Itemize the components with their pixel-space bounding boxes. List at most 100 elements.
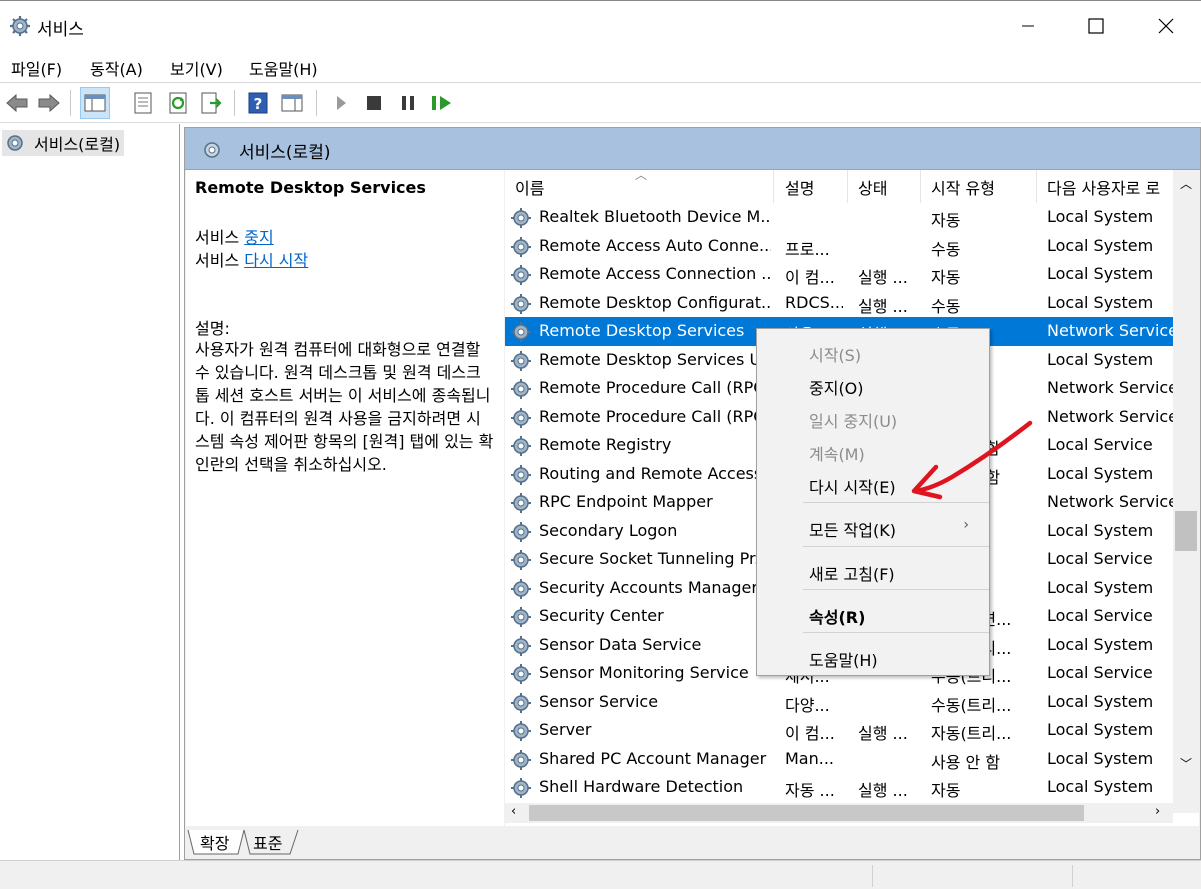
table-row[interactable]: Remote Access Auto Conne... 프로... 수동 Local …: [505, 232, 1173, 261]
minimize-icon: [1022, 25, 1034, 27]
description-text: 사용자가 원격 컴퓨터에 대화형으로 연결할 수 있습니다. 원격 데스크톱 및…: [195, 340, 494, 474]
description-label: 설명:: [195, 319, 230, 338]
cell-logon: Network Service: [1047, 492, 1173, 511]
properties-button[interactable]: [128, 87, 158, 119]
tree-item-services-local[interactable]: 서비스(로컬): [2, 130, 125, 156]
scroll-thumb[interactable]: [1175, 511, 1197, 551]
menu-separator: [803, 589, 989, 590]
menu-item-pause[interactable]: 일시 중지(U): [809, 408, 897, 432]
table-row[interactable]: Shell Hardware Detection 자동 ... 실행 ... 자동 Lo…: [505, 773, 1173, 802]
scroll-up-icon[interactable]: ︿: [1180, 175, 1192, 192]
restart-service-link[interactable]: 다시 시작: [244, 251, 308, 270]
stop-service-link[interactable]: 중지: [244, 228, 273, 247]
service-gear-icon: [510, 692, 532, 718]
scroll-thumb[interactable]: [529, 805, 1084, 821]
cell-status: 실행 ...: [858, 296, 908, 316]
close-button[interactable]: [1143, 9, 1189, 43]
column-name[interactable]: 이름: [515, 175, 544, 199]
column-separator: [1036, 170, 1037, 203]
table-row[interactable]: Realtek Bluetooth Device M... 자동 Local Sys…: [505, 203, 1173, 232]
menu-item-stop[interactable]: 중지(O): [809, 375, 864, 399]
cell-name: Sensor Service: [539, 691, 659, 711]
menu-item-refresh[interactable]: 새로 고침(F): [809, 561, 895, 585]
menu-item-help[interactable]: 도움말(H): [809, 647, 878, 671]
column-startup-type[interactable]: 시작 유형: [931, 175, 995, 199]
submenu-arrow-icon: ›: [963, 517, 969, 533]
minimize-button[interactable]: [1005, 9, 1051, 43]
menu-item-resume[interactable]: 계속(M): [809, 441, 865, 465]
stop-icon: [367, 96, 381, 110]
help-button[interactable]: ?: [243, 87, 273, 119]
maximize-icon: [1088, 18, 1104, 34]
cell-logon: Local System: [1047, 748, 1154, 768]
service-gear-icon: [510, 492, 532, 518]
cell-status: 실행 ...: [858, 724, 908, 743]
menu-item-start[interactable]: 시작(S): [809, 342, 861, 366]
restart-service-prefix: 서비스: [195, 251, 245, 270]
cell-name: Security Accounts Manager: [539, 577, 758, 597]
cell-logon: Local System: [1047, 292, 1154, 312]
back-button[interactable]: [2, 87, 32, 119]
menu-item-all-tasks[interactable]: 모든 작업(K): [809, 517, 896, 541]
stop-service-prefix: 서비스: [195, 228, 245, 247]
cell-desc: 자동 ...: [785, 781, 835, 800]
console-tree-icon: [84, 94, 106, 112]
horizontal-scrollbar[interactable]: ‹ ›: [505, 803, 1173, 823]
table-row[interactable]: Sensor Service 다양... 수동(트리... Local System: [505, 688, 1173, 717]
scroll-down-icon[interactable]: ﹀: [1180, 755, 1192, 772]
start-service-button[interactable]: [326, 87, 356, 119]
table-row[interactable]: Remote Access Connection ... 이 컴... 실행 ...…: [505, 260, 1173, 289]
scroll-left-icon[interactable]: ‹: [511, 804, 516, 819]
column-description[interactable]: 설명: [785, 175, 814, 199]
services-gear-icon: [10, 16, 30, 36]
scroll-right-icon[interactable]: ›: [1155, 804, 1160, 819]
cell-name: Remote Procedure Call (RPC): [539, 378, 771, 397]
cell-name: Shared PC Account Manager: [539, 748, 767, 768]
cell-name: Remote Desktop Configurat...: [539, 292, 771, 312]
refresh-button[interactable]: [163, 87, 193, 119]
menu-help[interactable]: 도움말(H): [249, 56, 318, 80]
service-gear-icon: [510, 464, 532, 490]
menu-view[interactable]: 보기(V): [170, 56, 223, 80]
menu-file[interactable]: 파일(F): [11, 56, 62, 80]
menu-action[interactable]: 동작(A): [90, 56, 143, 80]
forward-button[interactable]: [34, 87, 64, 119]
vertical-scrollbar[interactable]: ︿ ﹀: [1173, 170, 1199, 813]
export-list-button[interactable]: [196, 87, 226, 119]
table-row[interactable]: Server 이 컴... 실행 ... 자동(트리... Local System: [505, 716, 1173, 745]
cell-startup: 수동: [931, 296, 961, 316]
show-action-pane-button[interactable]: [277, 87, 307, 119]
stop-service-button[interactable]: [359, 87, 389, 119]
service-gear-icon: [510, 264, 532, 290]
toolbar: ?: [0, 84, 1201, 123]
cell-status: 실행 ...: [858, 268, 908, 287]
service-gear-icon: [510, 777, 532, 803]
maximize-button[interactable]: [1073, 9, 1119, 43]
view-tabs: 확장 표준: [186, 828, 1199, 858]
restart-service-button[interactable]: [427, 87, 457, 119]
column-separator: [773, 170, 774, 203]
menu-separator: [803, 632, 989, 633]
show-console-tree-button[interactable]: [80, 87, 110, 119]
tab-standard[interactable]: 표준: [249, 830, 286, 855]
cell-logon: Local System: [1047, 349, 1154, 369]
table-row[interactable]: Shared PC Account Manager Man... 사용 안 함 Loc…: [505, 745, 1173, 774]
close-icon: [1158, 18, 1174, 34]
cell-name: Routing and Remote Access: [539, 463, 763, 483]
cell-startup: 수동(트리...: [931, 695, 1012, 715]
services-pane: 서비스(로컬) Remote Desktop Services 서비스 중지 서…: [184, 127, 1201, 860]
tab-extended[interactable]: 확장: [196, 830, 233, 855]
forward-arrow-icon: [38, 93, 60, 113]
column-logon-as[interactable]: 다음 사용자로 로: [1047, 175, 1173, 199]
selected-service-name: Remote Desktop Services: [195, 178, 426, 197]
column-status[interactable]: 상태: [858, 175, 887, 199]
cell-name: Server: [539, 720, 592, 739]
export-list-icon: [201, 92, 222, 114]
pause-service-button[interactable]: [393, 87, 423, 119]
table-row[interactable]: Remote Desktop Configurat... RDCS... 실행 ..…: [505, 289, 1173, 318]
menu-item-restart[interactable]: 다시 시작(E): [809, 474, 896, 498]
menu-item-properties[interactable]: 속성(R): [809, 604, 865, 628]
cell-name: Realtek Bluetooth Device M...: [539, 207, 771, 226]
cell-desc: 프로...: [785, 239, 830, 259]
service-gear-icon: [510, 521, 532, 547]
